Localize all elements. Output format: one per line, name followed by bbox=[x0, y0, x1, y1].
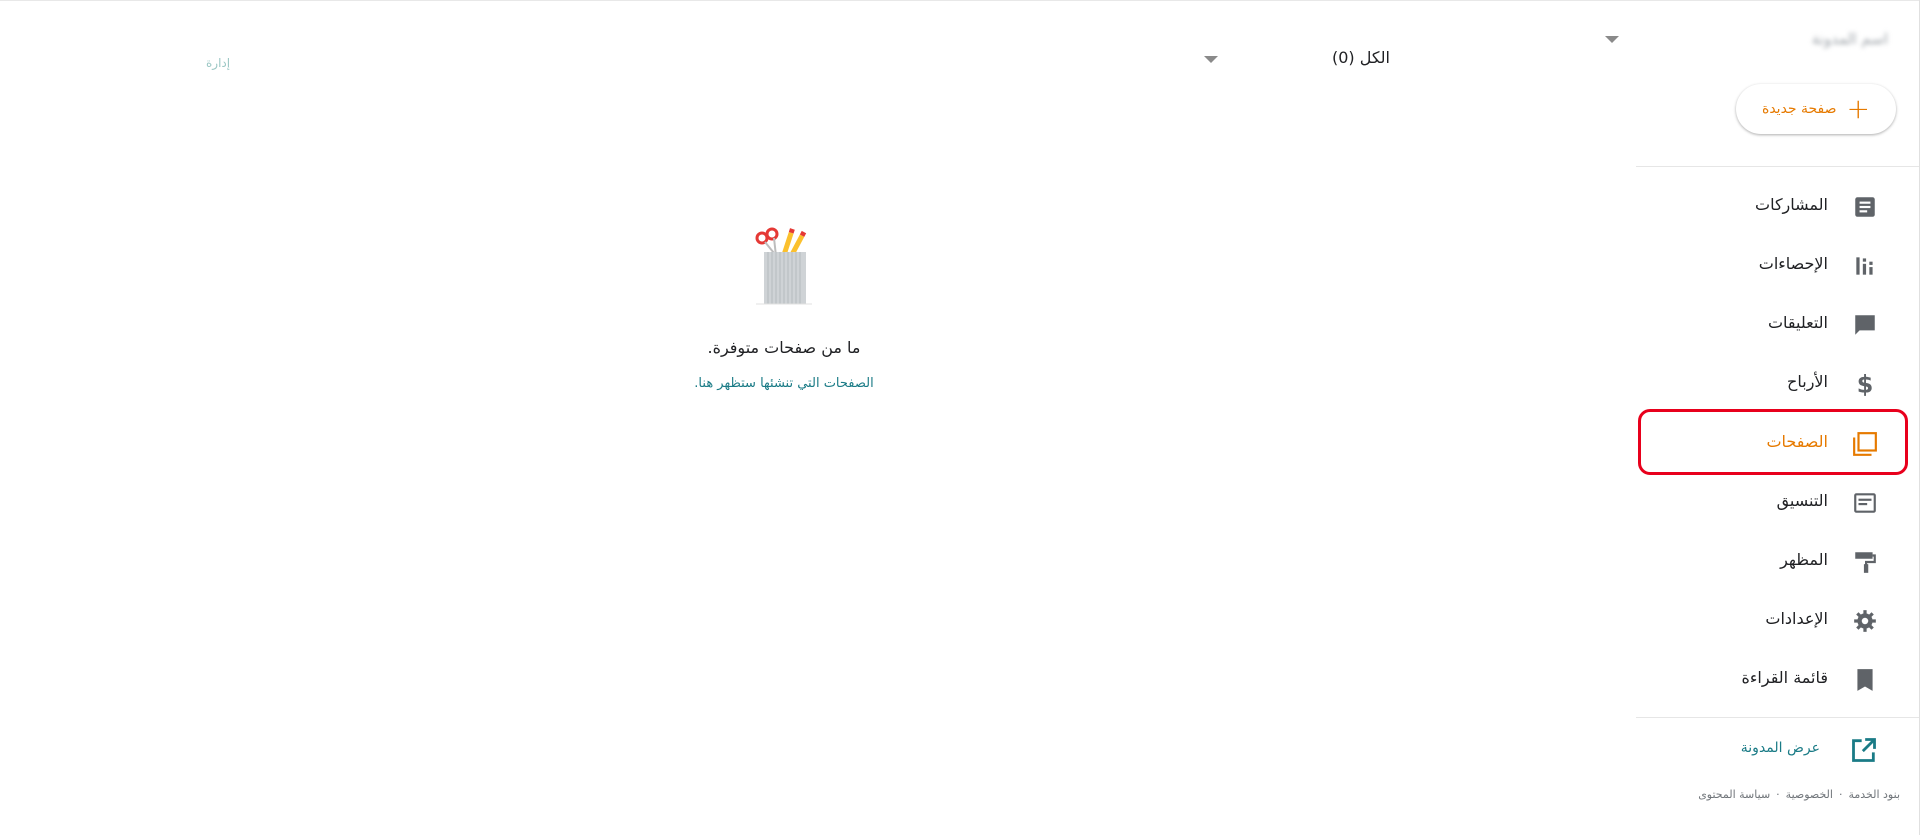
theme-icon bbox=[1855, 552, 1876, 573]
sidebar-item-comments[interactable]: التعليقات bbox=[1636, 299, 1920, 349]
empty-state-title: ما من صفحات متوفرة. bbox=[707, 338, 861, 357]
sidebar-item-label: الأرباح bbox=[1787, 372, 1828, 391]
sidebar-item-reading-list[interactable]: قائمة القراءة bbox=[1636, 654, 1920, 704]
new-page-label: صفحة جديدة bbox=[1761, 101, 1837, 117]
open-in-new-icon bbox=[1852, 738, 1876, 762]
sidebar-collapse-caret-icon[interactable] bbox=[1605, 36, 1619, 43]
sidebar-item-stats[interactable]: الإحصاءات bbox=[1636, 240, 1920, 290]
sidebar-item-earnings[interactable]: $ الأرباح bbox=[1636, 358, 1920, 408]
empty-state-subtitle: الصفحات التي تنشئها ستظهر هنا. bbox=[694, 376, 874, 391]
sidebar-divider bbox=[1636, 166, 1919, 167]
privacy-link[interactable]: الخصوصية bbox=[1786, 788, 1833, 801]
sidebar-item-label: قائمة القراءة bbox=[1741, 668, 1828, 687]
sidebar-item-settings[interactable]: الإعدادات bbox=[1636, 595, 1920, 645]
svg-text:$: $ bbox=[1857, 371, 1874, 397]
pages-icon bbox=[1853, 432, 1877, 456]
layout-icon bbox=[1854, 493, 1876, 513]
terms-link[interactable]: بنود الخدمة bbox=[1848, 788, 1900, 801]
sidebar: اسم المدونة + صفحة جديدة المشاركات الإحص… bbox=[1636, 0, 1920, 835]
comments-icon bbox=[1855, 315, 1875, 335]
sidebar-item-theme[interactable]: المظهر bbox=[1636, 536, 1920, 586]
sidebar-item-label: التعليقات bbox=[1767, 313, 1828, 332]
reading-list-icon bbox=[1857, 669, 1873, 691]
sidebar-divider bbox=[1636, 717, 1919, 718]
footer-links: بنود الخدمة·الخصوصية·سياسة المحتوى bbox=[1698, 788, 1900, 801]
stats-icon bbox=[1856, 257, 1873, 275]
sidebar-item-posts[interactable]: المشاركات bbox=[1636, 181, 1920, 231]
sidebar-item-pages[interactable]: الصفحات bbox=[1636, 418, 1920, 468]
plus-icon: + bbox=[1846, 92, 1870, 125]
filter-select-value: الكل (0) bbox=[1331, 48, 1390, 67]
pencil-cup-icon bbox=[755, 227, 812, 305]
sidebar-item-layout[interactable]: التنسيق bbox=[1636, 477, 1920, 527]
chevron-down-icon bbox=[1204, 56, 1218, 63]
sidebar-item-label: المشاركات bbox=[1755, 195, 1828, 214]
view-blog-link[interactable]: عرض المدونة bbox=[1636, 730, 1920, 770]
earnings-icon: $ bbox=[1857, 371, 1874, 397]
pages-filter-select[interactable]: الكل (0) bbox=[1200, 46, 1390, 72]
posts-icon bbox=[1855, 197, 1875, 217]
sidebar-item-label: الإعدادات bbox=[1765, 609, 1828, 628]
content-policy-link[interactable]: سياسة المحتوى bbox=[1698, 788, 1770, 801]
view-blog-label: عرض المدونة bbox=[1740, 740, 1820, 756]
sidebar-item-label: التنسيق bbox=[1776, 491, 1828, 510]
sidebar-item-label: الصفحات bbox=[1766, 432, 1828, 451]
blog-name[interactable]: اسم المدونة bbox=[1812, 30, 1888, 48]
sidebar-item-label: المظهر bbox=[1780, 550, 1828, 569]
settings-icon bbox=[1854, 610, 1876, 632]
manage-link[interactable]: إدارة bbox=[206, 56, 230, 70]
sidebar-item-label: الإحصاءات bbox=[1758, 254, 1828, 273]
new-page-button[interactable]: + صفحة جديدة bbox=[1736, 84, 1896, 134]
top-border bbox=[0, 0, 1920, 1]
